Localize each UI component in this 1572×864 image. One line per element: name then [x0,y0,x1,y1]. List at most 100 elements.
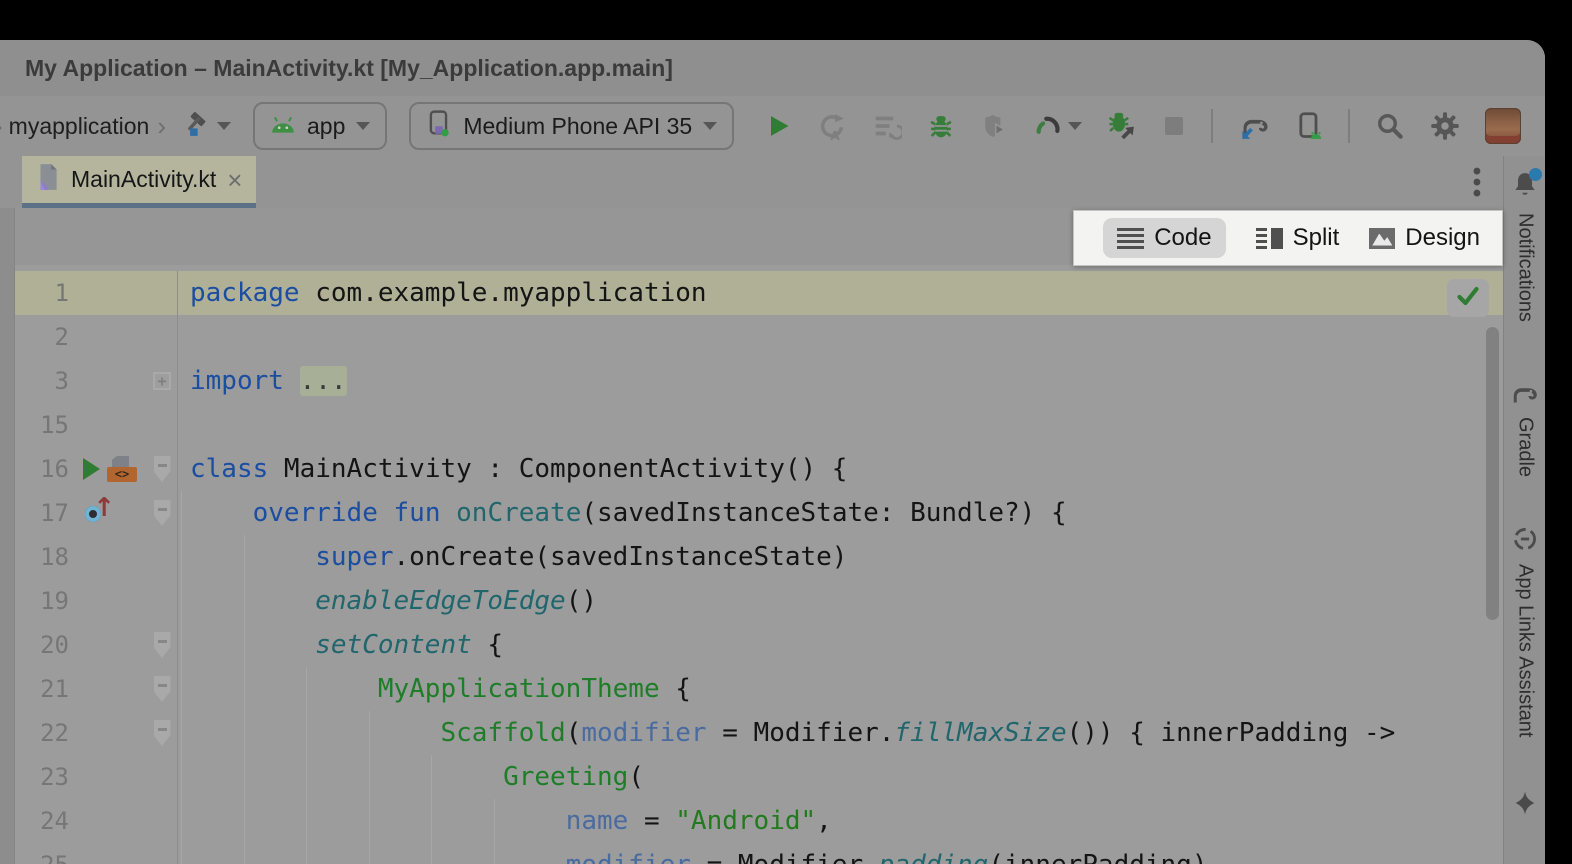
fold-gutter [147,579,177,623]
title-bar: My Application – MainActivity.kt [My_App… [0,40,1545,96]
gutter-icons [75,623,147,667]
run-icon[interactable] [83,458,100,480]
apply-changes-button[interactable]: A [817,111,847,141]
code-line-16[interactable]: 16class MainActivity : ComponentActivity… [15,447,1503,491]
gutter-icons [75,315,147,359]
module-selector[interactable]: app [253,102,387,150]
bell-icon [1510,187,1540,204]
tool-gradle[interactable] [1509,380,1541,411]
code-text[interactable]: enableEdgeToEdge() [177,579,1503,623]
user-avatar[interactable] [1485,108,1521,144]
device-manager-button[interactable] [1295,111,1323,141]
debug-button[interactable] [927,112,955,140]
app-links-icon [1511,540,1539,557]
run-button[interactable] [764,112,792,140]
gradle-elephant-icon [1509,393,1541,410]
code-text[interactable]: import ... [177,359,1503,403]
code-text[interactable]: package com.example.myapplication [177,271,1503,315]
tool-app-links-label[interactable]: App Links Assistant [1514,564,1537,737]
fold-collapse-icon[interactable] [154,500,171,526]
code-text[interactable]: MyApplicationTheme { [177,667,1503,711]
fold-collapse-icon[interactable] [154,720,171,746]
gutter-icons [75,535,147,579]
compose-preview-icon[interactable] [107,456,137,482]
line-number: 18 [15,535,75,579]
code-text[interactable]: Scaffold(modifier = Modifier.fillMaxSize… [177,711,1503,755]
mode-split[interactable]: Split [1256,224,1340,252]
editor-scrollbar[interactable] [1486,327,1499,620]
gutter-icons [75,359,147,403]
mode-code-selected[interactable]: Code [1103,218,1225,258]
code-text[interactable]: setContent { [177,623,1503,667]
right-tool-stripe: Notifications Gradle App Links Assistant [1503,156,1545,864]
code-line-1[interactable]: 1 package com.example.myapplication [15,271,1503,315]
build-button[interactable] [182,109,231,144]
code-line-17[interactable]: 17 override fun onCreate(savedInstanceSt… [15,491,1503,535]
code-line-25[interactable]: 25 modifier = Modifier.padding(innerPadd… [15,843,1503,864]
screen: My Application – MainActivity.kt [My_App… [0,0,1572,864]
tool-gemini[interactable] [1511,789,1539,822]
tool-gradle-label[interactable]: Gradle [1514,417,1537,477]
profile-app-button[interactable] [980,112,1008,140]
search-everywhere-button[interactable] [1375,111,1405,141]
fold-collapse-icon[interactable] [154,456,171,482]
gutter-icons [75,403,147,447]
line-number: 17 [15,491,75,535]
gutter-icons [75,579,147,623]
android-icon [270,113,296,140]
code-line-20[interactable]: 20 setContent { [15,623,1503,667]
code-text[interactable] [177,403,1503,447]
gradle-sync-button[interactable] [1238,111,1270,141]
line-number: 1 [15,271,75,315]
settings-button[interactable] [1430,111,1460,141]
tool-notifications-label[interactable]: Notifications [1514,213,1537,322]
code-line-18[interactable]: 18 super.onCreate(savedInstanceState) [15,535,1503,579]
close-icon[interactable]: × [227,167,242,193]
line-number: 20 [15,623,75,667]
inspections-widget[interactable] [1447,279,1489,317]
line-number: 2 [15,315,75,359]
line-number: 24 [15,799,75,843]
breadcrumb[interactable]: myapplication [9,113,150,140]
stop-button[interactable] [1162,114,1186,138]
device-selector[interactable]: Medium Phone API 35 [409,102,734,150]
fold-collapse-icon[interactable] [154,676,171,702]
override-indicator-icon[interactable] [83,500,115,526]
attach-debugger-button[interactable] [1107,111,1137,141]
fold-gutter [147,359,177,403]
code-text[interactable] [177,315,1503,359]
mode-design[interactable]: Design [1369,224,1480,252]
line-number: 3 [15,359,75,403]
code-text[interactable]: class MainActivity : ComponentActivity()… [177,447,1503,491]
fold-collapse-icon[interactable] [154,632,171,658]
code-text[interactable]: override fun onCreate(savedInstanceState… [177,491,1503,535]
code-line-2[interactable]: 2 [15,315,1503,359]
tab-mainactivity[interactable]: MainActivity.kt × [22,156,256,208]
code-line-21[interactable]: 21 MyApplicationTheme { [15,667,1503,711]
kotlin-file-icon [36,163,60,196]
code-line-19[interactable]: 19 enableEdgeToEdge() [15,579,1503,623]
code-line-15[interactable]: 15 [15,403,1503,447]
code-line-23[interactable]: 23 Greeting( [15,755,1503,799]
mode-design-label: Design [1405,224,1480,252]
code-line-24[interactable]: 24 name = "Android", [15,799,1503,843]
fold-expand-icon[interactable] [153,372,171,390]
sparkle-icon [1511,804,1539,821]
main-toolbar: › myapplication › [0,96,1545,156]
apply-code-changes-button[interactable] [872,111,902,141]
more-options-icon[interactable]: ••• [1470,166,1484,199]
code-text[interactable]: name = "Android", [177,799,1503,843]
code-line-22[interactable]: 22 Scaffold(modifier = Modifier.fillMaxS… [15,711,1503,755]
profiler-button[interactable] [1033,112,1082,140]
tool-notifications[interactable] [1510,170,1540,205]
fold-gutter [147,667,177,711]
code-text[interactable]: Greeting( [177,755,1503,799]
code-line-3[interactable]: 3 import ... [15,359,1503,403]
gutter-icons [75,447,147,491]
gutter-icons [75,843,147,864]
code-editor[interactable]: 1 package com.example.myapplication 23 impo… [15,265,1503,864]
code-text[interactable]: super.onCreate(savedInstanceState) [177,535,1503,579]
split-view-icon [1256,228,1283,249]
code-text[interactable]: modifier = Modifier.padding(innerPadding… [177,843,1503,864]
tool-app-links[interactable] [1511,525,1539,558]
